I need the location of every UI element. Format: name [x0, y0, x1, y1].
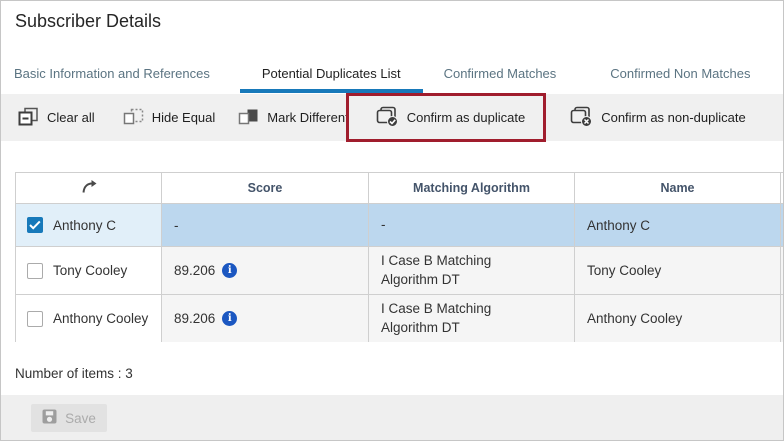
name-cell: Anthony Cooley — [575, 295, 781, 343]
tab-potential-duplicates[interactable]: Potential Duplicates List — [240, 59, 423, 93]
subscriber-details-window: Subscriber Details Basic Information and… — [0, 0, 784, 441]
mark-different-button[interactable]: Mark Different — [238, 107, 348, 129]
curved-arrow-icon — [80, 183, 97, 197]
toolbar: Clear all Hide Equal Mark Different — [1, 94, 783, 141]
row-label: Anthony C — [53, 218, 116, 233]
column-header-overflow — [781, 173, 784, 204]
save-bar: Save — [1, 395, 783, 440]
confirm-as-duplicate-icon — [376, 106, 399, 130]
tab-confirmed-matches[interactable]: Confirmed Matches — [423, 59, 578, 93]
name-cell: Tony Cooley — [575, 247, 781, 295]
save-icon — [42, 409, 57, 427]
tab-basic-information[interactable]: Basic Information and References — [14, 59, 210, 93]
info-icon[interactable]: i — [222, 263, 237, 278]
algorithm-cell: - — [369, 204, 575, 247]
overflow-cell — [781, 295, 784, 343]
items-count-label: Number of items : 3 — [15, 366, 133, 381]
row-label: Tony Cooley — [53, 263, 127, 278]
info-icon[interactable]: i — [222, 311, 237, 326]
clear-all-button[interactable]: Clear all — [18, 107, 95, 129]
algorithm-cell: I Case B Matching Algorithm DT — [369, 295, 575, 343]
column-header-score: Score — [162, 173, 369, 204]
column-header-name: Name — [575, 173, 781, 204]
mark-different-label: Mark Different — [267, 110, 348, 125]
row-label: Anthony Cooley — [53, 311, 148, 326]
row-checkbox[interactable] — [27, 311, 43, 327]
row-checkbox[interactable] — [27, 263, 43, 279]
hide-equal-button[interactable]: Hide Equal — [123, 107, 216, 129]
overflow-cell — [781, 204, 784, 247]
save-button[interactable]: Save — [31, 404, 107, 432]
select-column-header[interactable] — [16, 173, 162, 204]
score-cell: - — [162, 204, 369, 247]
confirm-as-non-duplicate-icon — [570, 106, 593, 130]
duplicates-table: Score Matching Algorithm Name Anthony C … — [15, 172, 784, 342]
table-row[interactable]: Tony Cooley 89.206 i I Case B Matching A… — [16, 247, 784, 295]
clear-all-label: Clear all — [47, 110, 95, 125]
score-cell: 89.206 i — [162, 295, 369, 343]
table-row[interactable]: Anthony C - - Anthony C — [16, 204, 784, 247]
table-row[interactable]: Anthony Cooley 89.206 i I Case B Matchin… — [16, 295, 784, 343]
overflow-cell — [781, 247, 784, 295]
name-cell: Anthony C — [575, 204, 781, 247]
algorithm-cell: I Case B Matching Algorithm DT — [369, 247, 575, 295]
confirm-as-duplicate-button[interactable]: Confirm as duplicate — [376, 106, 526, 130]
save-label: Save — [65, 411, 96, 426]
mark-different-icon — [238, 107, 259, 129]
confirm-as-non-duplicate-button[interactable]: Confirm as non-duplicate — [570, 106, 746, 130]
page-title: Subscriber Details — [15, 11, 161, 32]
table-header-row: Score Matching Algorithm Name — [16, 173, 784, 204]
tab-confirmed-non-matches[interactable]: Confirmed Non Matches — [588, 59, 772, 93]
clear-all-icon — [18, 107, 39, 129]
confirm-as-duplicate-label: Confirm as duplicate — [407, 110, 526, 125]
hide-equal-icon — [123, 107, 144, 129]
hide-equal-label: Hide Equal — [152, 110, 216, 125]
score-cell: 89.206 i — [162, 247, 369, 295]
tab-bar: Basic Information and References Potenti… — [1, 59, 783, 93]
row-checkbox[interactable] — [27, 217, 43, 233]
confirm-as-non-duplicate-label: Confirm as non-duplicate — [601, 110, 746, 125]
column-header-matching-algorithm: Matching Algorithm — [369, 173, 575, 204]
